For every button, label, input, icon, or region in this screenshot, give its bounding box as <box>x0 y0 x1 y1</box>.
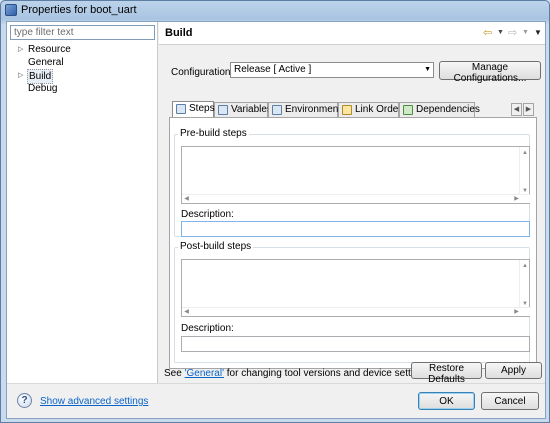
dialog-button-bar: ? Show advanced settings OK Cancel <box>7 383 545 418</box>
page-title: Build <box>165 27 193 39</box>
tab-steps[interactable]: Steps <box>172 101 215 117</box>
tab-label: Steps <box>189 103 215 114</box>
pre-build-group: Pre-build steps ▲ ▼ ◀ ▶ Description: <box>174 128 531 237</box>
pre-build-command-area[interactable]: ▲ ▼ ◀ ▶ <box>181 146 531 204</box>
back-arrow-icon[interactable]: ⇦ <box>483 26 492 40</box>
dependencies-icon <box>403 105 413 115</box>
pre-build-description-label: Description: <box>181 209 234 220</box>
window-title: Properties for boot_uart <box>21 4 137 16</box>
tab-environment[interactable]: Environment <box>268 102 342 117</box>
post-build-description-field[interactable] <box>181 336 530 352</box>
manage-configurations-button[interactable]: Manage Configurations... <box>439 61 541 84</box>
general-hint-text: See 'General' for changing tool versions… <box>164 368 429 379</box>
pre-build-description-field[interactable] <box>181 221 530 237</box>
vertical-scrollbar[interactable]: ▲ ▼ <box>519 147 529 195</box>
tree-item-label: General <box>28 57 64 68</box>
build-tab-folder: Steps Variables Environment Link Order D… <box>169 101 537 369</box>
ok-button[interactable]: OK <box>418 392 475 410</box>
page-header: Build ⇦ ▼ ⇨ ▼ ▼ <box>159 22 545 45</box>
post-build-group: Post-build steps ▲ ▼ ◀ ▶ Description: <box>174 241 531 363</box>
restore-defaults-button[interactable]: Restore Defaults <box>411 362 482 385</box>
app-icon <box>5 4 17 16</box>
tree-item-label: Debug <box>28 83 58 94</box>
scroll-up-icon[interactable]: ▲ <box>520 149 530 157</box>
tree-item-resource[interactable]: ▷ Resource <box>7 43 157 56</box>
tree-item-general[interactable]: General <box>7 56 157 69</box>
steps-icon <box>176 104 186 114</box>
tab-label: Link Order <box>355 104 402 115</box>
configuration-label: Configuration: <box>171 67 234 78</box>
configuration-select[interactable]: Release [ Active ] ▼ <box>230 62 434 78</box>
scroll-left-icon[interactable]: ◀ <box>182 195 191 204</box>
tree-item-build[interactable]: ▷ Build <box>7 69 157 84</box>
pre-build-title: Pre-build steps <box>178 128 249 140</box>
properties-window: Properties for boot_uart ▷ Resource Gene… <box>0 0 550 423</box>
tab-label: Variables <box>231 104 272 115</box>
build-page: Build ⇦ ▼ ⇨ ▼ ▼ Configuration: Release [… <box>159 22 545 383</box>
show-advanced-settings-link[interactable]: Show advanced settings <box>40 396 148 407</box>
view-menu-icon[interactable]: ▼ <box>534 26 542 40</box>
forward-arrow-icon[interactable]: ⇨ <box>508 26 517 40</box>
hint-suffix: for changing tool versions and device se… <box>223 368 430 379</box>
property-page-tree: ▷ Resource General ▷ Build Debug <box>7 22 158 383</box>
hint-prefix: See <box>164 368 185 379</box>
title-bar[interactable]: Properties for boot_uart <box>1 1 549 19</box>
environment-icon <box>272 105 282 115</box>
expand-arrow-icon[interactable]: ▷ <box>18 69 25 82</box>
forward-history-dropdown-icon[interactable]: ▼ <box>522 26 529 40</box>
cancel-button[interactable]: Cancel <box>481 392 539 410</box>
tab-variables[interactable]: Variables <box>214 102 272 117</box>
help-icon[interactable]: ? <box>17 393 32 408</box>
variables-icon <box>218 105 228 115</box>
tab-label: Environment <box>285 104 342 115</box>
horizontal-scrollbar[interactable]: ◀ ▶ <box>182 194 531 203</box>
post-build-description-label: Description: <box>181 323 234 334</box>
horizontal-scrollbar[interactable]: ◀ ▶ <box>182 307 531 316</box>
tab-strip: Steps Variables Environment Link Order D… <box>169 101 537 117</box>
post-build-title: Post-build steps <box>178 241 254 253</box>
filter-input[interactable] <box>10 25 155 40</box>
vertical-scrollbar[interactable]: ▲ ▼ <box>519 260 529 308</box>
apply-button[interactable]: Apply <box>485 362 542 379</box>
scroll-up-icon[interactable]: ▲ <box>520 262 530 270</box>
chevron-down-icon: ▼ <box>424 66 431 73</box>
scroll-left-icon[interactable]: ◀ <box>182 308 191 317</box>
tab-scroll-left-icon[interactable]: ◀ <box>511 103 522 116</box>
dialog-body: ▷ Resource General ▷ Build Debug Build ⇦… <box>6 21 546 419</box>
post-build-command-area[interactable]: ▲ ▼ ◀ ▶ <box>181 259 531 317</box>
tree-item-label: Resource <box>28 44 71 55</box>
back-history-dropdown-icon[interactable]: ▼ <box>497 26 504 40</box>
expand-arrow-icon[interactable]: ▷ <box>18 43 25 56</box>
scroll-right-icon[interactable]: ▶ <box>512 195 521 204</box>
tab-scroll-right-icon[interactable]: ▶ <box>523 103 534 116</box>
scroll-right-icon[interactable]: ▶ <box>512 308 521 317</box>
link-order-icon <box>342 105 352 115</box>
general-link[interactable]: 'General' <box>185 368 224 379</box>
tab-link-order[interactable]: Link Order <box>338 102 402 117</box>
tab-label: Dependencies <box>416 104 480 115</box>
steps-tab-content: Pre-build steps ▲ ▼ ◀ ▶ Description: Pos… <box>169 117 537 369</box>
configuration-value: Release [ Active ] <box>234 64 312 75</box>
tab-dependencies[interactable]: Dependencies <box>399 102 480 117</box>
tree-item-debug[interactable]: Debug <box>7 82 157 95</box>
